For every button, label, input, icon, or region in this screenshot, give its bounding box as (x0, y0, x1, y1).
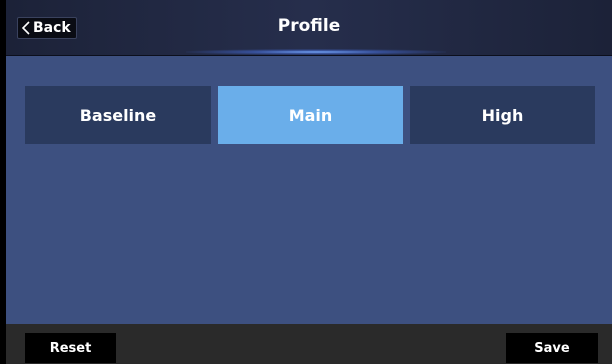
header-glow-divider (186, 49, 446, 55)
profile-option-main[interactable]: Main (218, 86, 403, 144)
reset-button-label: Reset (49, 340, 92, 356)
page-title: Profile (277, 16, 341, 36)
save-button-label: Save (534, 340, 570, 356)
profile-option-high[interactable]: High (410, 86, 595, 144)
reset-button[interactable]: Reset (25, 333, 116, 363)
profile-option-label: Main (288, 105, 333, 125)
profile-option-baseline[interactable]: Baseline (25, 86, 211, 144)
profile-option-label: Baseline (79, 105, 157, 125)
save-button[interactable]: Save (506, 333, 598, 363)
profile-option-label: High (481, 105, 524, 125)
profile-selection-area: Baseline Main High (6, 56, 612, 324)
header-bar: Back Profile (6, 0, 612, 56)
profile-screen: Back Profile Baseline Main High Reset Sa… (0, 0, 612, 364)
footer-bar: Reset Save (6, 324, 612, 364)
